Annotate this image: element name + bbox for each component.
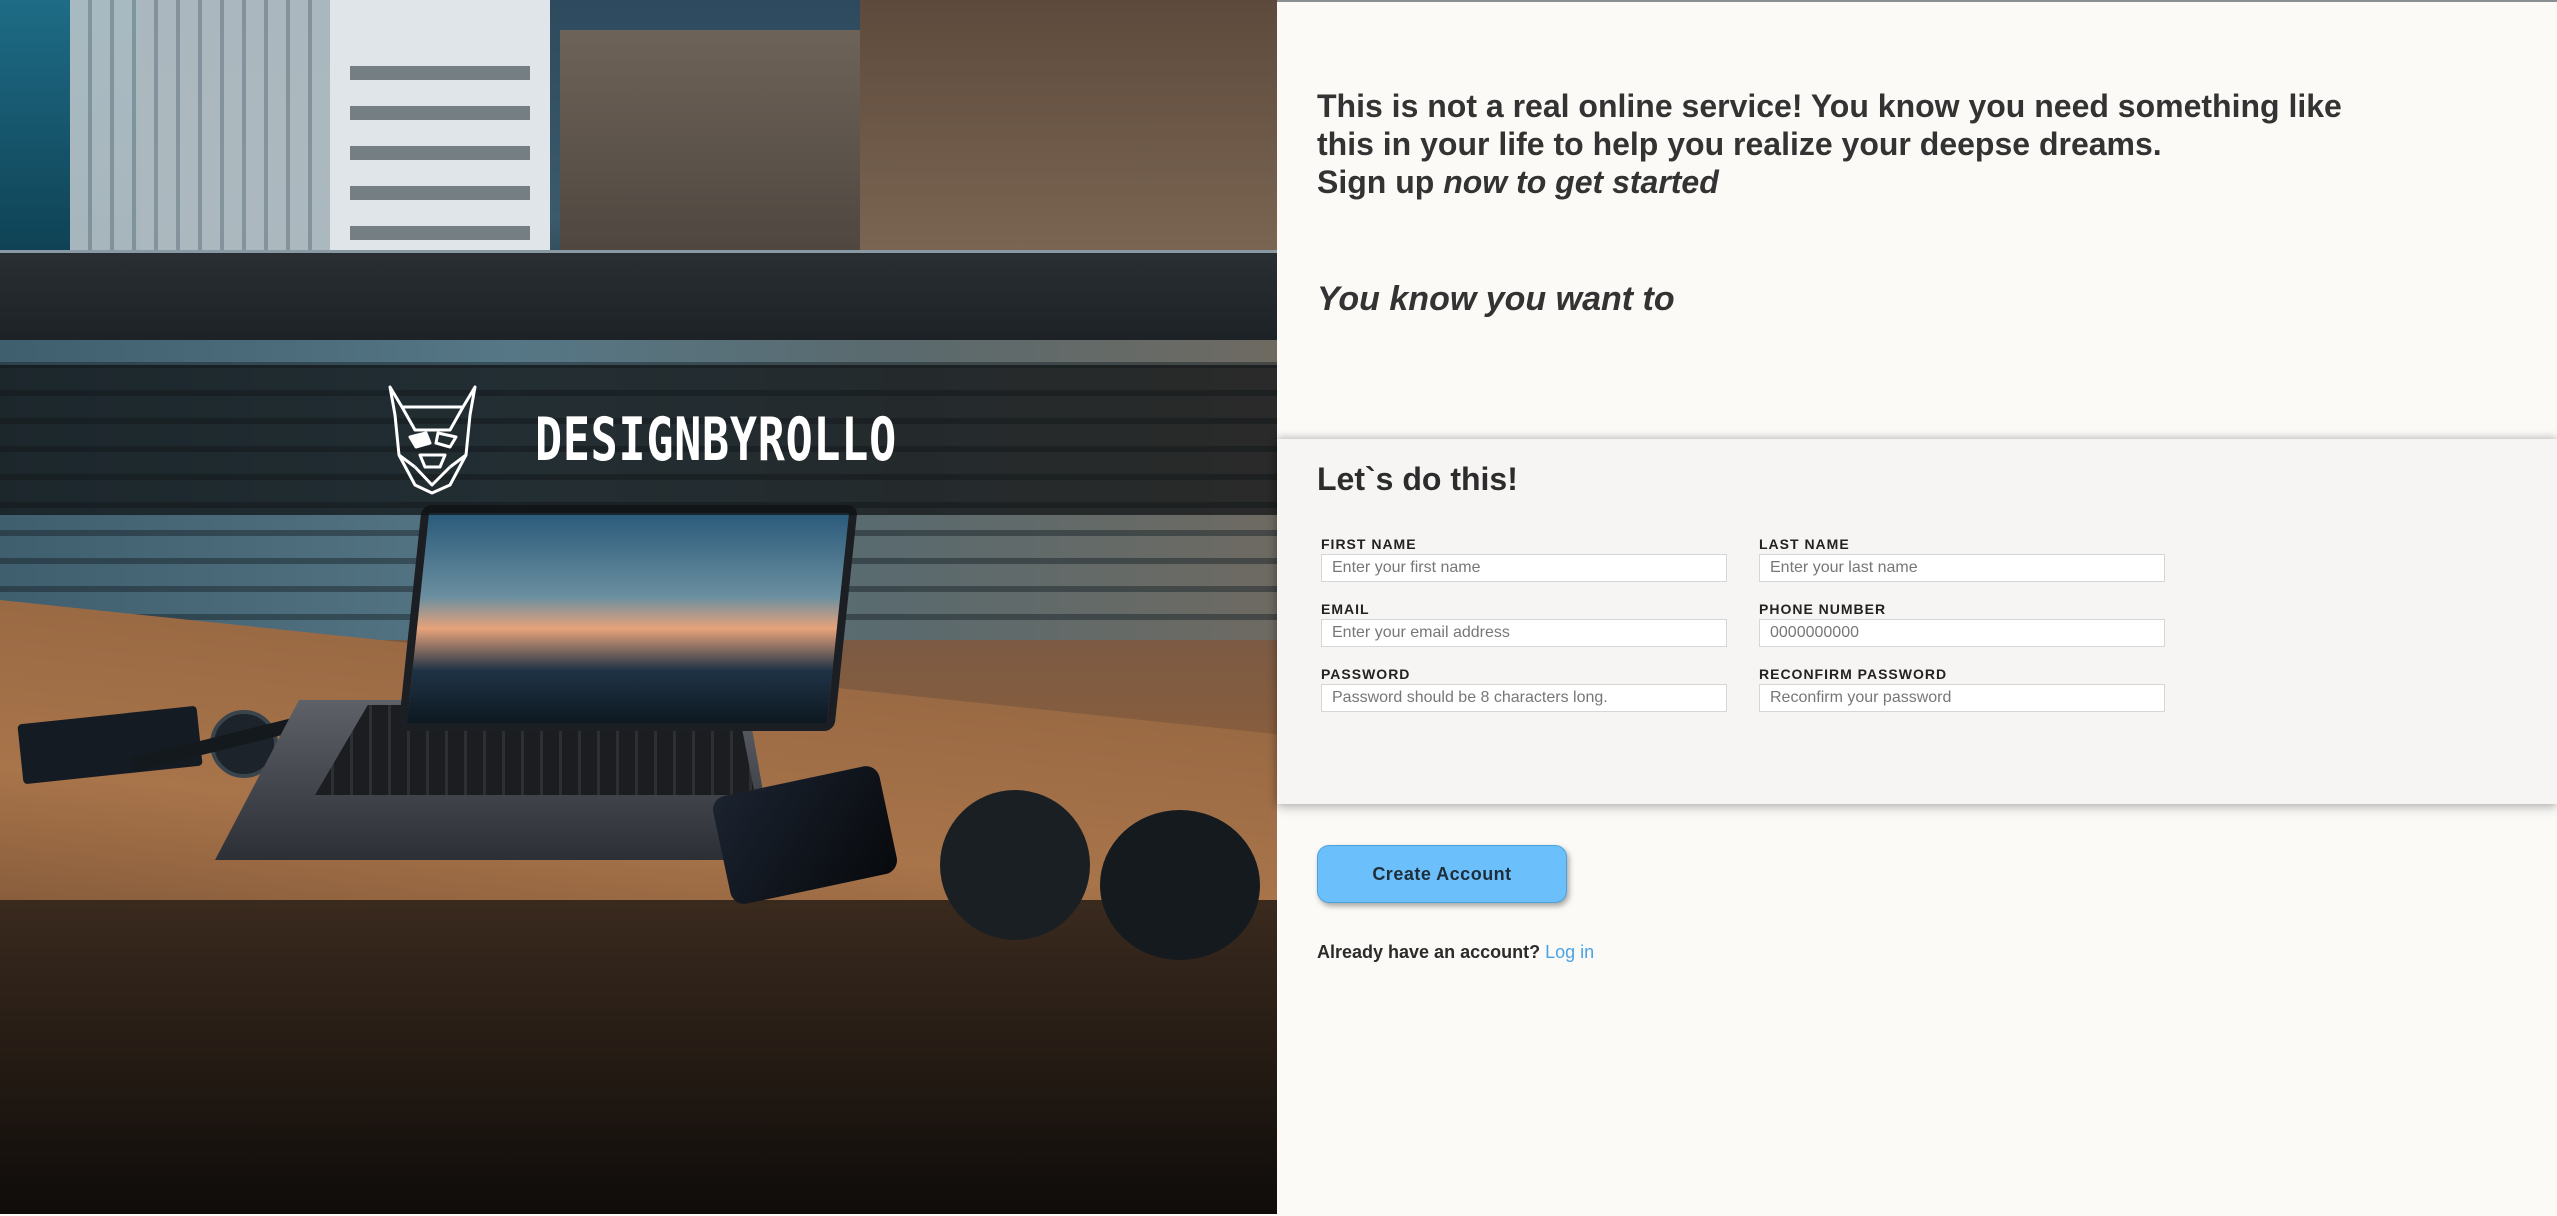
email-field: EMAIL: [1321, 601, 1731, 647]
background-building: [70, 0, 330, 250]
last-name-input[interactable]: [1759, 554, 2165, 582]
confirm-password-input[interactable]: [1759, 684, 2165, 712]
first-name-label: FIRST NAME: [1321, 536, 1417, 552]
password-input[interactable]: [1321, 684, 1727, 712]
intro-headline: This is not a real online service! You k…: [1317, 87, 2347, 201]
last-name-label: LAST NAME: [1759, 536, 1850, 552]
last-name-field: LAST NAME: [1759, 536, 2169, 582]
confirm-password-label: RECONFIRM PASSWORD: [1759, 666, 1948, 682]
phone-field: PHONE NUMBER: [1759, 601, 2169, 647]
window-frame-edge: [0, 250, 1277, 253]
intro-tagline: You know you want to: [1317, 280, 1675, 318]
login-prompt: Already have an account? Log in: [1317, 942, 1594, 963]
signup-panel: This is not a real online service! You k…: [1277, 0, 2557, 1216]
confirm-password-field: RECONFIRM PASSWORD: [1759, 666, 2169, 712]
brand-name: DESIGNBYROLLO: [535, 405, 897, 475]
email-input[interactable]: [1321, 619, 1727, 647]
create-account-button[interactable]: Create Account: [1317, 845, 1567, 903]
login-link[interactable]: Log in: [1545, 942, 1594, 962]
background-building: [560, 30, 860, 250]
password-field: PASSWORD: [1321, 666, 1731, 712]
first-name-field: FIRST NAME: [1321, 536, 1731, 582]
signup-form: Let`s do this! FIRST NAME LAST NAME EMAI…: [1277, 439, 2557, 804]
form-title: Let`s do this!: [1317, 461, 1518, 497]
phone-input[interactable]: [1759, 619, 2165, 647]
signup-italic: now to get started: [1443, 164, 1719, 200]
laptop-screen: [398, 505, 858, 731]
first-name-input[interactable]: [1321, 554, 1727, 582]
window-frame: [0, 250, 1277, 340]
background-building: [330, 0, 550, 250]
hero-image: DESIGNBYROLLO: [0, 0, 1277, 1214]
email-label: EMAIL: [1321, 601, 1370, 617]
signup-prefix: Sign up: [1317, 164, 1444, 200]
password-label: PASSWORD: [1321, 666, 1411, 682]
phone-label: PHONE NUMBER: [1759, 601, 1887, 617]
intro-headline-text: This is not a real online service! You k…: [1317, 88, 2342, 162]
background-building: [860, 0, 1277, 250]
dog-head-logo-icon: [388, 385, 477, 495]
headphones: [940, 750, 1270, 960]
login-prompt-text: Already have an account?: [1317, 942, 1541, 962]
